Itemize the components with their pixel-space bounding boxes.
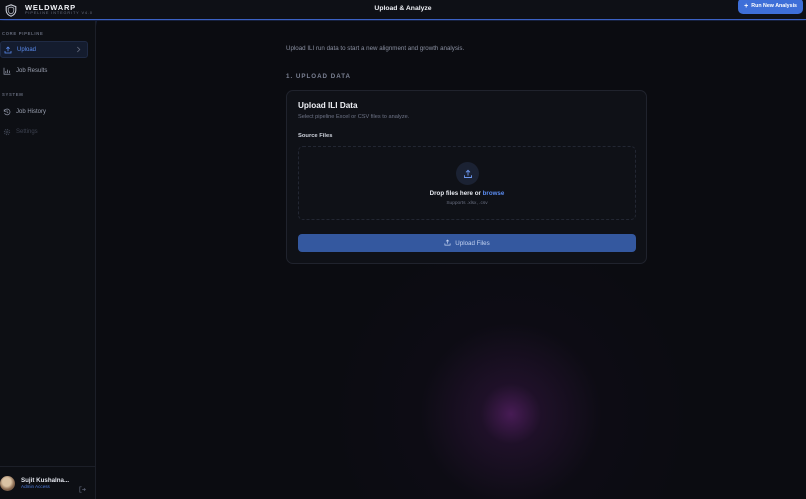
history-icon (3, 108, 11, 116)
avatar (0, 475, 15, 491)
sidebar-section-core: CORE PIPELINE (2, 31, 44, 36)
card-title: Upload ILI Data (298, 101, 358, 110)
sidebar-item-label: Job History (16, 108, 47, 115)
user-role: Admin Access (21, 483, 50, 489)
page-title: Upload & Analyze (374, 4, 432, 12)
sidebar: CORE PIPELINE Upload Job Results SYSTEM … (0, 21, 96, 499)
upload-icon (4, 46, 12, 54)
file-dropzone[interactable]: Drop files here or browse Supports .xlsx… (298, 146, 636, 220)
upload-card: Upload ILI Data Select pipeline Excel or… (286, 90, 647, 264)
source-files-label: Source Files (298, 133, 333, 139)
bar-chart-icon (3, 67, 11, 75)
upload-icon (456, 162, 479, 185)
main-content: Upload ILI run data to start a new align… (97, 21, 806, 499)
run-new-analysis-label: Run New Analysis (751, 3, 797, 9)
step-title: 1. UPLOAD DATA (286, 73, 351, 80)
sidebar-item-job-history[interactable]: Job History (0, 103, 88, 120)
user-profile[interactable]: Sujit Kushalna... Admin Access (0, 466, 96, 499)
supported-formats: Supports .xlsx, .csv (446, 201, 488, 206)
upload-files-button[interactable]: Upload Files (298, 234, 636, 252)
drop-instructions: Drop files here or browse (299, 190, 635, 197)
sidebar-item-label: Upload (17, 46, 37, 53)
upload-icon (444, 238, 451, 248)
user-name: Sujit Kushalna... (21, 476, 70, 484)
intro-text: Upload ILI run data to start a new align… (286, 45, 465, 52)
logout-icon[interactable] (79, 480, 86, 498)
browse-link[interactable]: browse (483, 190, 505, 197)
plus-icon: + (744, 2, 749, 10)
sidebar-item-upload[interactable]: Upload (0, 41, 88, 58)
chevron-right-icon (76, 46, 81, 55)
app-window: WELDWARP PIPELINE INTEGRITY V4.0 Upload … (0, 0, 806, 499)
card-subtitle: Select pipeline Excel or CSV files to an… (298, 114, 410, 120)
sidebar-section-system: SYSTEM (2, 92, 24, 97)
drop-text: Drop files here or (429, 190, 481, 197)
sidebar-item-label: Job Results (16, 67, 48, 74)
top-bar: WELDWARP PIPELINE INTEGRITY V4.0 Upload … (0, 0, 806, 20)
gear-icon (3, 128, 11, 136)
sidebar-item-job-results[interactable]: Job Results (0, 62, 88, 79)
upload-files-label: Upload Files (455, 239, 490, 247)
sidebar-item-label: Settings (16, 128, 38, 135)
sidebar-item-settings[interactable]: Settings (0, 123, 88, 140)
run-new-analysis-button[interactable]: + Run New Analysis (738, 0, 803, 14)
